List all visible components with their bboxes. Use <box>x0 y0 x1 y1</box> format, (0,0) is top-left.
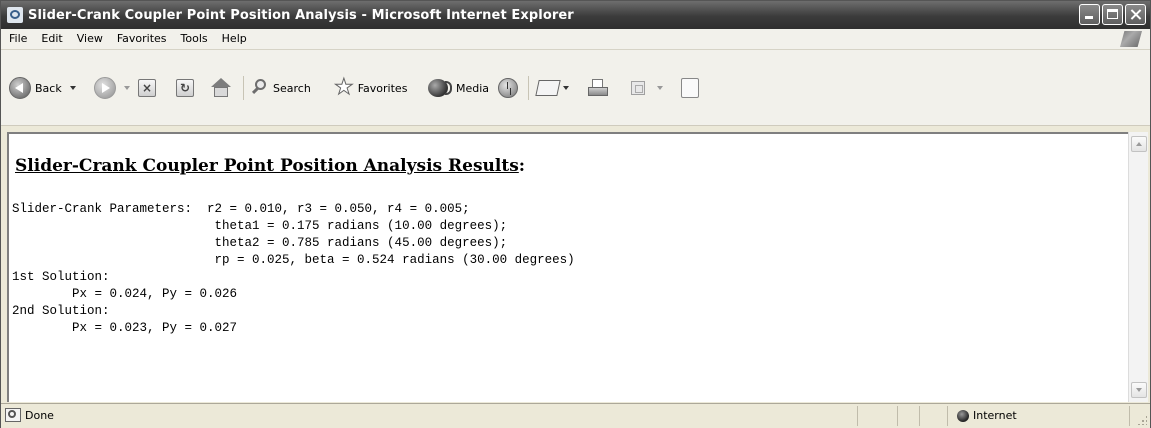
results-line: rp = 0.025, beta = 0.524 radians (30.00 … <box>12 253 575 267</box>
close-button[interactable] <box>1125 4 1146 25</box>
status-text: Done <box>25 409 54 422</box>
print-icon <box>587 79 609 97</box>
search-label: Search <box>273 81 311 95</box>
star-icon: ★ <box>334 75 355 100</box>
page-heading-text: Slider-Crank Coupler Point Position Anal… <box>15 156 519 176</box>
search-button[interactable]: Search <box>251 75 311 101</box>
results-line: Px = 0.023, Py = 0.027 <box>12 321 238 335</box>
menu-edit[interactable]: Edit <box>34 29 69 49</box>
back-arrow-icon <box>9 77 31 99</box>
internet-zone-icon <box>957 410 969 422</box>
favorites-label: Favorites <box>357 81 408 95</box>
history-button[interactable] <box>498 75 518 101</box>
search-icon <box>251 79 269 97</box>
toolbar-separator <box>243 76 244 100</box>
back-label: Back <box>35 81 62 95</box>
forward-button[interactable] <box>94 75 134 101</box>
favorites-button[interactable]: ★ Favorites <box>334 75 408 101</box>
home-icon <box>210 78 232 98</box>
maximize-button[interactable] <box>1102 4 1123 25</box>
status-pane-divider <box>897 406 898 426</box>
print-button[interactable] <box>587 75 609 101</box>
home-button[interactable] <box>210 75 232 101</box>
mail-button[interactable] <box>535 75 573 101</box>
results-line: theta2 = 0.785 radians (45.00 degrees); <box>12 236 508 250</box>
internet-explorer-icon <box>7 7 23 23</box>
blank-button[interactable] <box>681 75 699 101</box>
results-line: 2nd Solution: <box>12 304 110 318</box>
windows-logo-icon <box>1120 31 1142 47</box>
edit-icon <box>631 81 645 95</box>
window-title: Slider-Crank Coupler Point Position Anal… <box>28 7 574 23</box>
menu-bar: File Edit View Favorites Tools Help <box>1 29 1150 50</box>
menu-view[interactable]: View <box>70 29 110 49</box>
page-icon <box>5 408 21 422</box>
page-heading-suffix: : <box>518 156 526 176</box>
refresh-icon: ↻ <box>176 79 194 97</box>
back-button[interactable]: Back <box>9 75 80 101</box>
page-heading: Slider-Crank Coupler Point Position Anal… <box>15 156 525 176</box>
media-label: Media <box>456 81 490 95</box>
forward-arrow-icon <box>94 77 116 99</box>
scroll-up-button[interactable] <box>1131 136 1147 152</box>
discuss-icon <box>681 78 699 98</box>
toolbar-separator <box>528 76 529 100</box>
results-line: Px = 0.024, Py = 0.026 <box>12 287 238 301</box>
menu-help[interactable]: Help <box>215 29 254 49</box>
media-icon <box>428 79 452 97</box>
menu-tools[interactable]: Tools <box>174 29 215 49</box>
status-pane-divider <box>947 406 948 426</box>
stop-button[interactable]: × <box>138 75 156 101</box>
forward-dropdown-icon[interactable] <box>124 86 130 90</box>
mail-dropdown-icon[interactable] <box>563 86 569 90</box>
browser-window: Slider-Crank Coupler Point Position Anal… <box>0 0 1151 428</box>
refresh-button[interactable]: ↻ <box>176 75 194 101</box>
status-bar: Done Internet <box>1 403 1150 428</box>
scroll-down-button[interactable] <box>1131 382 1147 398</box>
vertical-scrollbar[interactable] <box>1128 132 1148 402</box>
results-line: 1st Solution: <box>12 270 110 284</box>
history-icon <box>498 78 518 98</box>
stop-icon: × <box>138 79 156 97</box>
results-line: Slider-Crank Parameters: r2 = 0.010, r3 … <box>12 202 470 216</box>
caption-buttons <box>1079 4 1146 25</box>
minimize-button[interactable] <box>1079 4 1100 25</box>
status-pane-divider <box>1129 406 1130 426</box>
toolbar: Back × ↻ Search ★ Favorites Media <box>1 50 1150 126</box>
edit-button[interactable] <box>631 75 667 101</box>
menu-file[interactable]: File <box>1 29 34 49</box>
back-dropdown-icon[interactable] <box>69 86 76 90</box>
results-line: theta1 = 0.175 radians (10.00 degrees); <box>12 219 508 233</box>
status-pane-divider <box>919 406 920 426</box>
status-pane-divider <box>857 406 858 426</box>
zone-text: Internet <box>973 409 1017 422</box>
menu-favorites[interactable]: Favorites <box>110 29 174 49</box>
edit-dropdown-icon[interactable] <box>657 86 663 90</box>
title-bar[interactable]: Slider-Crank Coupler Point Position Anal… <box>1 1 1150 29</box>
resize-grip-icon[interactable] <box>1137 415 1147 425</box>
mail-icon <box>535 80 561 96</box>
results-text: Slider-Crank Parameters: r2 = 0.010, r3 … <box>12 201 575 337</box>
page-content[interactable]: Slider-Crank Coupler Point Position Anal… <box>7 132 1128 402</box>
media-button[interactable]: Media <box>428 75 489 101</box>
